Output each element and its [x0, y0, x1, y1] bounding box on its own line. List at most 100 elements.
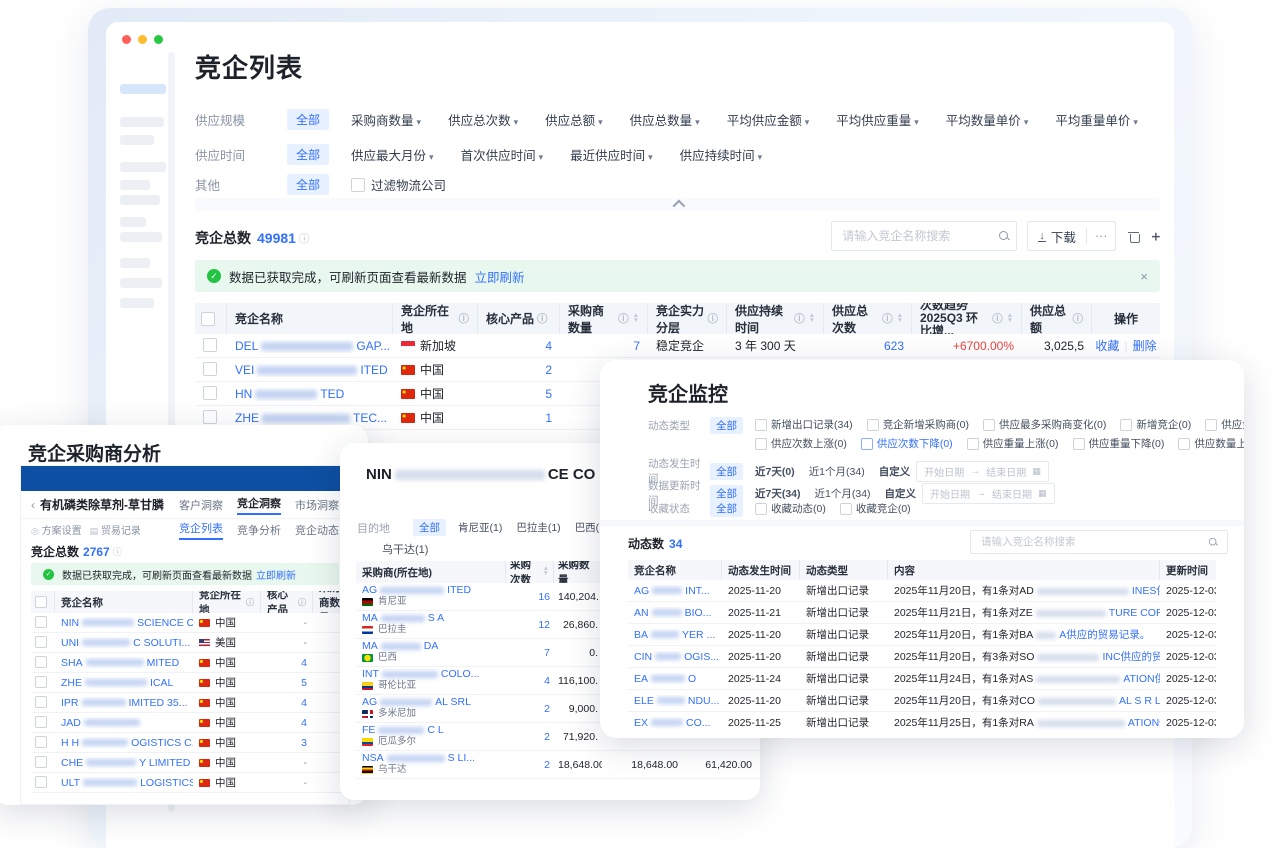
row-checkbox[interactable] [35, 776, 47, 788]
select-all-checkbox[interactable] [35, 596, 47, 608]
competitor-link[interactable]: ELENDU... [628, 695, 722, 707]
time-option[interactable]: 近7天(0) [755, 464, 795, 479]
row-checkbox[interactable] [203, 410, 217, 424]
checkbox-icon[interactable] [1120, 419, 1132, 431]
competitor-link[interactable]: JAD [55, 717, 193, 729]
filter-dropdown[interactable]: 供应总额▾ [545, 110, 603, 129]
sidebar-item[interactable] [120, 258, 150, 268]
minimize-window-icon[interactable] [138, 35, 147, 44]
row-checkbox[interactable] [35, 616, 47, 628]
type-option[interactable]: 新增出口记录(34) [755, 417, 853, 432]
refresh-link[interactable]: 立即刷新 [475, 267, 525, 286]
row-checkbox[interactable] [35, 696, 47, 708]
search-icon[interactable] [999, 231, 1010, 242]
filter-all-chip[interactable]: 全部 [710, 485, 743, 502]
competitor-link[interactable]: BAYER ... [628, 629, 722, 641]
subtab-competitor-trends[interactable]: 竞企动态 [295, 522, 339, 538]
competitor-search[interactable] [831, 221, 1017, 251]
tab-market-insight[interactable]: 市场洞察 [295, 497, 339, 513]
back-icon[interactable]: ‹ [31, 498, 35, 512]
purchase-times[interactable]: 2 [506, 759, 554, 771]
core-count[interactable]: 4 [478, 339, 560, 353]
time-option[interactable]: 近7天(34) [755, 486, 801, 501]
search-input[interactable] [979, 535, 1208, 549]
tab-competitor-insight[interactable]: 竞企洞察 [237, 495, 281, 515]
filter-dropdown[interactable]: 平均重量单价▾ [1055, 110, 1138, 129]
sidebar-item[interactable] [120, 217, 146, 227]
filter-all-chip[interactable]: 全部 [287, 174, 329, 195]
search-icon[interactable] [1209, 537, 1218, 546]
logistics-filter-checkbox[interactable]: 过滤物流公司 [351, 175, 446, 194]
sidebar-item[interactable] [120, 117, 164, 127]
competitor-link[interactable]: VEIITED [227, 363, 393, 377]
core-count[interactable]: 5 [478, 387, 560, 401]
close-banner-icon[interactable]: × [1140, 269, 1148, 284]
core-count[interactable]: 5 [261, 677, 313, 689]
type-option[interactable]: 供应次数上涨(0) [755, 436, 847, 451]
checkbox-icon[interactable] [755, 503, 767, 515]
core-count[interactable]: 2 [478, 363, 560, 377]
purchase-times[interactable]: 2 [506, 731, 554, 743]
dest-option[interactable]: 肯尼亚(1) [458, 520, 502, 535]
dest-option[interactable]: 乌干达(1) [382, 541, 428, 557]
checkbox-icon[interactable] [755, 438, 767, 450]
buyer-link[interactable]: NSAS LI... [362, 752, 475, 764]
buyer-link[interactable]: AGITED [362, 584, 471, 596]
filter-dropdown[interactable]: 采购商数量▾ [351, 110, 421, 129]
checkbox-icon[interactable] [1073, 438, 1085, 450]
checkbox-icon[interactable] [983, 419, 995, 431]
maximize-window-icon[interactable] [154, 35, 163, 44]
filter-dropdown[interactable]: 平均供应重量▾ [836, 110, 919, 129]
trash-icon[interactable] [1128, 230, 1140, 243]
more-actions-button[interactable]: ··· [1087, 222, 1116, 250]
close-window-icon[interactable] [122, 35, 131, 44]
purchase-times[interactable]: 7 [506, 647, 554, 659]
type-option[interactable]: 新增竞企(0) [1120, 417, 1191, 432]
filter-all-chip[interactable]: 全部 [710, 417, 743, 434]
competitor-link[interactable]: HNTED [227, 387, 393, 401]
competitor-link[interactable]: CHEY LIMITED [55, 757, 193, 769]
row-checkbox[interactable] [203, 362, 217, 376]
core-count[interactable]: 3 [261, 737, 313, 749]
row-checkbox[interactable] [35, 716, 47, 728]
filter-all-chip[interactable]: 全部 [413, 519, 446, 536]
type-option-active[interactable]: 供应次数下降(0) [861, 436, 953, 451]
filter-dropdown[interactable]: 供应持续时间▾ [680, 145, 763, 164]
filter-dropdown[interactable]: 供应最大月份▾ [351, 145, 434, 164]
buyer-link[interactable]: MADA [362, 640, 438, 652]
favorite-link[interactable]: 收藏 [1095, 337, 1119, 354]
time-option[interactable]: 近1个月(34) [809, 464, 865, 479]
row-checkbox[interactable] [203, 386, 217, 400]
trade-records-button[interactable]: ▤ 贸易记录 [90, 522, 141, 537]
filter-dropdown[interactable]: 首次供应时间▾ [461, 145, 544, 164]
sort-icon[interactable]: ▲▼ [633, 314, 639, 324]
collapse-filters-bar[interactable] [195, 198, 1160, 211]
type-option[interactable]: 供应最多采购商变化(0) [983, 417, 1106, 432]
competitor-link[interactable]: ZHETEC... [227, 411, 393, 425]
sort-icon[interactable]: ▲▼ [897, 314, 903, 324]
checkbox-icon[interactable] [755, 419, 767, 431]
competitor-link[interactable]: EAO [628, 673, 722, 685]
competitor-link[interactable]: SHAMITED [55, 657, 193, 669]
delete-link[interactable]: 删除 [1133, 337, 1157, 354]
filter-all-chip[interactable]: 全部 [710, 463, 743, 480]
sidebar-item[interactable] [120, 180, 150, 190]
checkbox-icon[interactable] [867, 419, 879, 431]
filter-dropdown[interactable]: 供应总次数▾ [448, 110, 518, 129]
competitor-link[interactable]: DELGAP... [227, 339, 393, 353]
sidebar-item[interactable] [120, 195, 160, 205]
competitor-link[interactable]: IPRIMITED 35... [55, 697, 193, 709]
purchase-times[interactable]: 2 [506, 703, 554, 715]
type-option[interactable]: 供应重量下降(0) [1073, 436, 1165, 451]
sort-icon[interactable]: ▲▼ [543, 567, 549, 577]
refresh-link[interactable]: 立即刷新 [256, 567, 296, 582]
sidebar-item[interactable] [120, 162, 166, 172]
sidebar-item-active[interactable] [120, 84, 166, 94]
checkbox-icon[interactable] [351, 178, 365, 192]
core-count[interactable]: 4 [261, 717, 313, 729]
type-option[interactable]: 供应数量上涨(0) [1178, 436, 1244, 451]
filter-all-chip[interactable]: 全部 [287, 144, 329, 165]
plan-settings-button[interactable]: ◎ 方案设置 [31, 522, 82, 537]
core-count[interactable]: 4 [261, 697, 313, 709]
competitor-link[interactable]: H HOGISTICS C... [55, 737, 193, 749]
